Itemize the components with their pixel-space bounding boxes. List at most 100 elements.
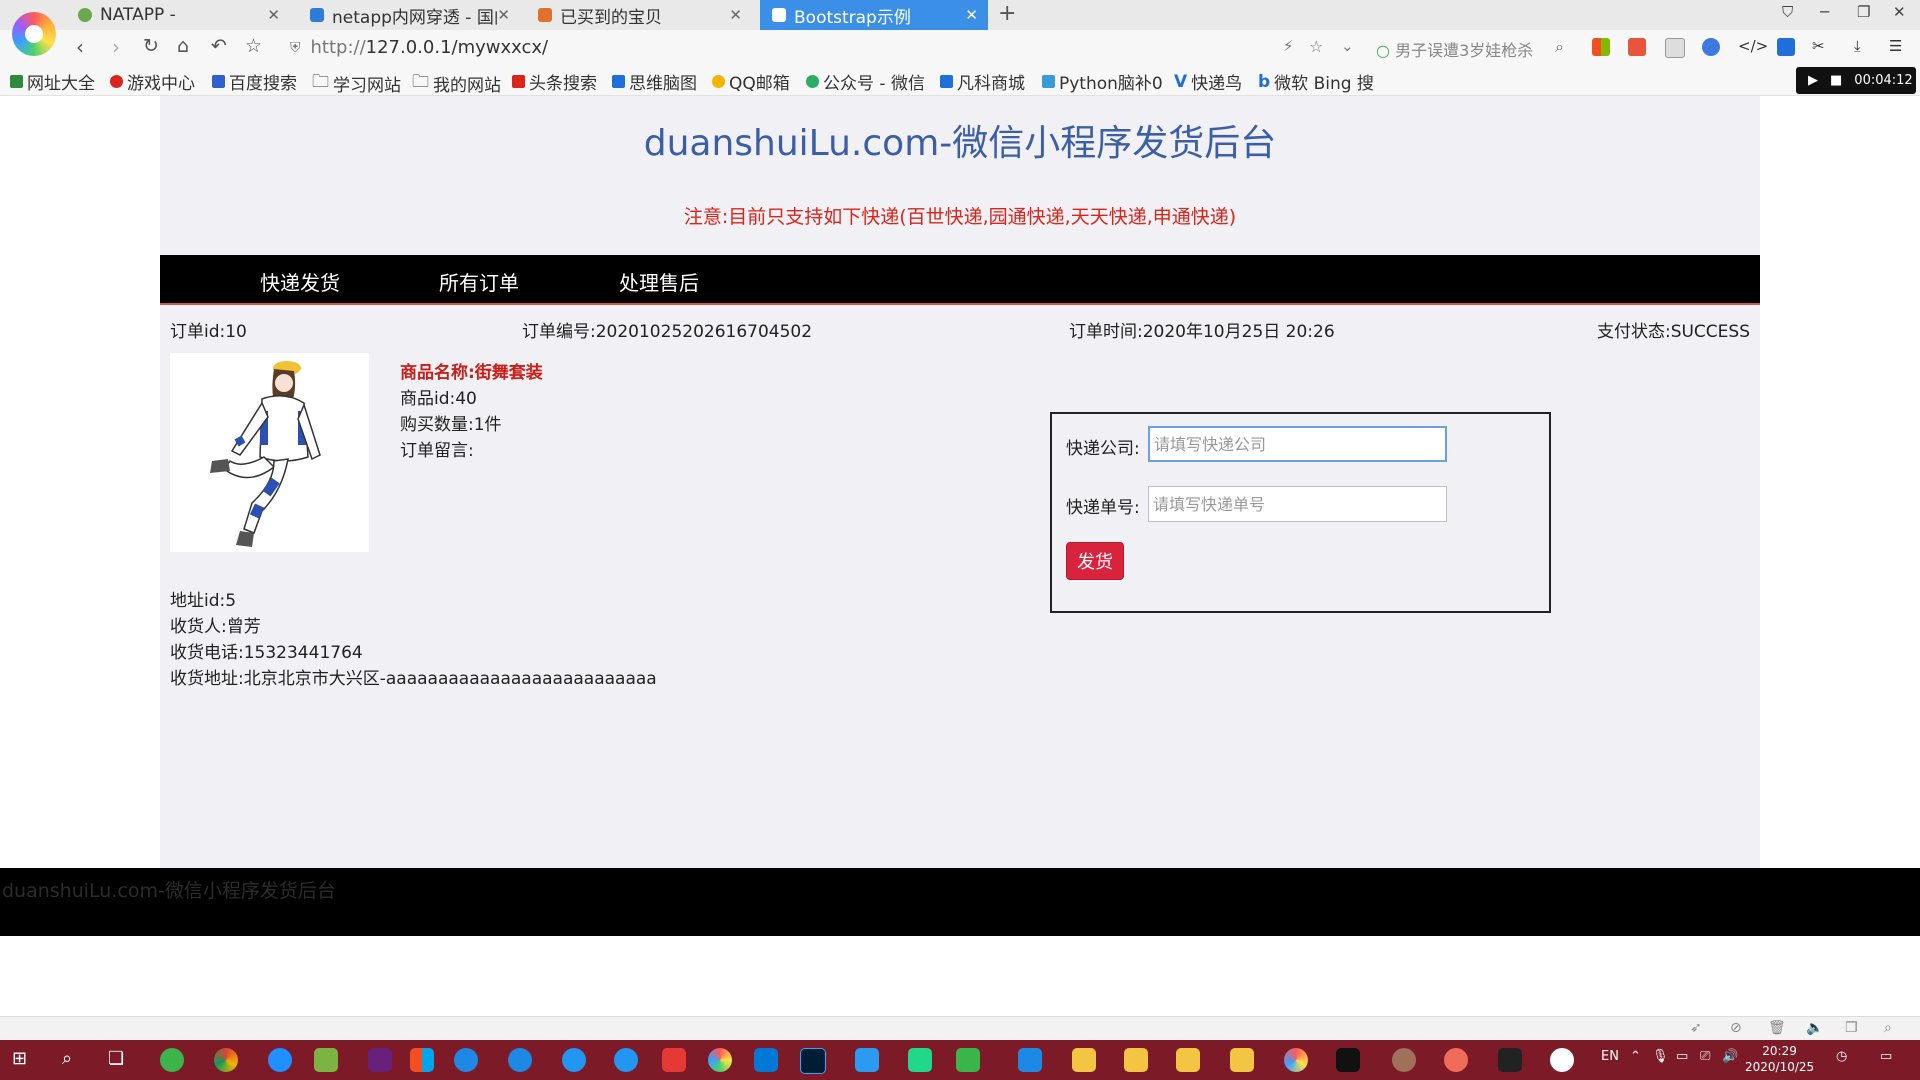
windows-start-icon[interactable]: ⊞: [12, 1048, 27, 1069]
app-icon[interactable]: [1444, 1048, 1468, 1072]
menu-icon[interactable]: ☰: [1889, 37, 1902, 55]
bookmark-item[interactable]: b 微软 Bing 搜: [1258, 69, 1374, 95]
search-icon[interactable]: ⌕: [1555, 37, 1564, 57]
network-icon[interactable]: ⎚: [1700, 1049, 1710, 1064]
skin-icon[interactable]: ⛉: [1782, 3, 1793, 21]
window-icon[interactable]: ❐: [1845, 1020, 1858, 1036]
volume-icon[interactable]: 🔊: [1722, 1049, 1738, 1064]
bookmark-item[interactable]: 网址大全: [10, 69, 95, 94]
menu-item-all-orders[interactable]: 所有订单: [439, 267, 519, 296]
dropdown-chevron-icon[interactable]: ⌄: [1341, 37, 1354, 55]
ime-indicator[interactable]: EN: [1601, 1049, 1619, 1064]
bookmark-item[interactable]: 凡科商城: [940, 69, 1025, 94]
stop-icon[interactable]: ■: [1830, 73, 1842, 88]
chat-icon[interactable]: [1550, 1048, 1574, 1072]
bookmark-item[interactable]: Python脑补0: [1042, 69, 1163, 94]
notepad-icon[interactable]: [314, 1048, 338, 1072]
folder-icon[interactable]: [1176, 1048, 1200, 1072]
cut-icon[interactable]: ✂: [1812, 37, 1825, 55]
bookmark-item[interactable]: V 快递鸟: [1174, 69, 1242, 95]
bookmark-item[interactable]: 游戏中心: [110, 69, 195, 94]
screenshot-icon[interactable]: [1665, 38, 1685, 58]
game-icon[interactable]: [1628, 38, 1646, 56]
back-icon[interactable]: ‹: [76, 35, 84, 59]
app-icon[interactable]: [268, 1048, 292, 1072]
battery-icon[interactable]: ▭: [1676, 1049, 1688, 1064]
app-icon[interactable]: [1498, 1048, 1522, 1072]
zoom-icon[interactable]: ⌕: [1884, 1020, 1892, 1036]
bookmark-item[interactable]: 🗀 我的网站: [412, 69, 501, 98]
chrome-icon[interactable]: [214, 1048, 238, 1072]
play-icon[interactable]: ▶: [1808, 73, 1818, 88]
folder-icon[interactable]: [1230, 1048, 1254, 1072]
dev-tools-icon[interactable]: </>: [1738, 37, 1768, 55]
undo-close-icon[interactable]: ↶: [211, 35, 227, 57]
folder-icon[interactable]: [1072, 1048, 1096, 1072]
app-icon[interactable]: [614, 1048, 638, 1072]
avatar[interactable]: [1392, 1048, 1416, 1072]
folder-icon[interactable]: [1124, 1048, 1148, 1072]
volume-icon[interactable]: 🔈: [1806, 1020, 1823, 1036]
restore-icon[interactable]: ❐: [1857, 3, 1870, 21]
tab-close-icon[interactable]: ✕: [497, 6, 510, 24]
close-window-icon[interactable]: ✕: [1893, 3, 1906, 21]
app-icon[interactable]: [410, 1048, 434, 1072]
extension-icon[interactable]: [1777, 38, 1795, 56]
photoshop-icon[interactable]: [800, 1048, 826, 1074]
tab-bootstrap-example[interactable]: Bootstrap示例 ✕: [760, 0, 988, 30]
menu-item-after-sales[interactable]: 处理售后: [619, 267, 699, 296]
tab-netapp[interactable]: netapp内网穿透 - 国内 ✕: [310, 0, 520, 30]
youdao-icon[interactable]: [662, 1048, 686, 1072]
bookmark-item[interactable]: 头条搜索: [512, 69, 597, 94]
app-icon[interactable]: [1018, 1048, 1042, 1072]
task-view-icon[interactable]: ❏: [108, 1048, 124, 1069]
bookmark-item[interactable]: 百度搜索: [212, 69, 297, 94]
home-icon[interactable]: ⌂: [177, 35, 189, 57]
tab-close-icon[interactable]: ✕: [965, 6, 978, 24]
ie-icon[interactable]: [454, 1048, 478, 1072]
browser-taskbar-icon[interactable]: [708, 1048, 732, 1072]
app-icon[interactable]: [562, 1048, 586, 1072]
translate-icon[interactable]: [1702, 38, 1720, 56]
favorite-star-icon[interactable]: ☆: [245, 35, 262, 57]
app-icon[interactable]: [160, 1048, 184, 1072]
terminal-icon[interactable]: [1336, 1048, 1360, 1072]
app-icon[interactable]: [855, 1048, 879, 1072]
notification-badge-icon[interactable]: ◷: [1836, 1049, 1847, 1064]
forward-icon[interactable]: ›: [112, 35, 120, 59]
tab-close-icon[interactable]: ✕: [267, 6, 280, 24]
bookmark-item[interactable]: 公众号 - 微信: [806, 69, 925, 94]
new-tab-icon[interactable]: +: [998, 1, 1016, 26]
tracking-number-input[interactable]: [1148, 486, 1447, 522]
tab-natapp[interactable]: NATAPP - ✕: [78, 0, 290, 30]
menu-item-express-ship[interactable]: 快递发货: [260, 267, 340, 296]
speed-mode-icon[interactable]: ⚡: [1283, 37, 1294, 55]
vscode-icon[interactable]: [754, 1048, 778, 1072]
hot-search-suggestion[interactable]: ○ 男子误遭3岁娃枪杀: [1376, 37, 1533, 61]
app-icon[interactable]: [1284, 1048, 1308, 1072]
address-bar[interactable]: ⛨ http://127.0.0.1/mywxxcx/: [290, 35, 1270, 60]
tray-expand-icon[interactable]: ⌃: [1630, 1049, 1641, 1064]
action-center-icon[interactable]: ▭: [1880, 1049, 1892, 1064]
bookmark-item[interactable]: 思维脑图: [612, 69, 697, 94]
bookmark-item[interactable]: 🗀 学习网站: [312, 69, 401, 98]
clear-icon[interactable]: 🗑: [1768, 1020, 1786, 1036]
ship-button[interactable]: 发货: [1066, 542, 1124, 580]
microphone-icon[interactable]: 🎙: [1652, 1049, 1669, 1064]
system-clock[interactable]: 20:29 2020/10/25: [1745, 1043, 1814, 1075]
bookmark-star-icon[interactable]: ☆: [1309, 37, 1323, 56]
reload-icon[interactable]: ↻: [143, 35, 159, 57]
ie-icon[interactable]: [508, 1048, 532, 1072]
taskbar-search-icon[interactable]: ⌕: [62, 1048, 72, 1069]
visual-studio-icon[interactable]: [368, 1048, 392, 1072]
tab-bought-items[interactable]: 已买到的宝贝 ✕: [538, 0, 752, 30]
tab-close-icon[interactable]: ✕: [729, 6, 742, 24]
apps-icon[interactable]: [1592, 38, 1610, 56]
download-icon[interactable]: ⤓: [1854, 37, 1861, 55]
courier-company-input[interactable]: [1148, 426, 1447, 462]
bookmark-item[interactable]: QQ邮箱: [712, 69, 790, 94]
accelerate-icon[interactable]: ➶: [1690, 1020, 1702, 1036]
hbuilder-icon[interactable]: [956, 1048, 980, 1072]
no-image-icon[interactable]: ⊘: [1730, 1020, 1742, 1036]
pycharm-icon[interactable]: [908, 1048, 932, 1072]
